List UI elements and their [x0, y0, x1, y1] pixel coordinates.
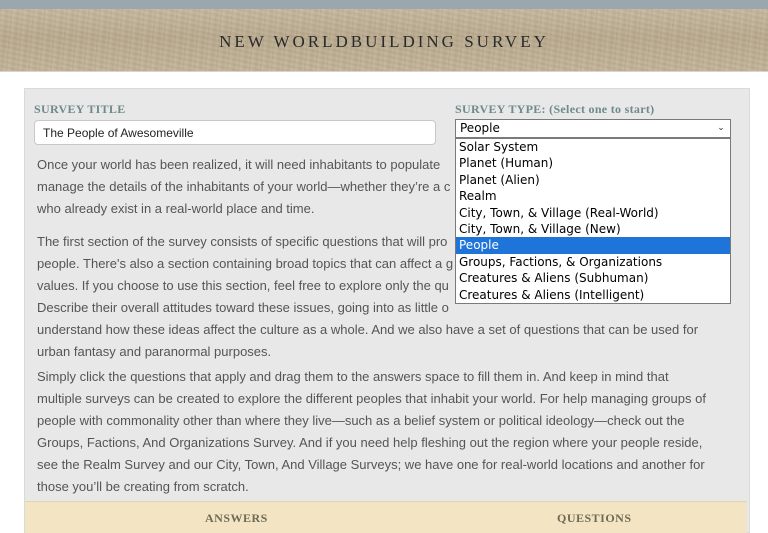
- option-groups-factions[interactable]: Groups, Factions, & Organizations: [456, 254, 730, 270]
- survey-header-banner: NEW WORLDBUILDING SURVEY: [0, 0, 768, 72]
- intro-line: understand how these ideas affect the cu…: [37, 322, 699, 337]
- option-planet-human[interactable]: Planet (Human): [456, 155, 730, 171]
- answers-column-heading: ANSWERS: [205, 511, 268, 525]
- option-creatures-intelligent[interactable]: Creatures & Aliens (Intelligent): [456, 287, 730, 303]
- survey-title-label: SURVEY TITLE: [34, 102, 126, 116]
- survey-type-selected-value: People: [460, 121, 500, 135]
- option-planet-alien[interactable]: Planet (Alien): [456, 172, 730, 188]
- page-title: NEW WORLDBUILDING SURVEY: [219, 32, 549, 51]
- survey-title-input[interactable]: The People of Awesomeville: [34, 120, 436, 145]
- answers-questions-header: ANSWERS QUESTIONS: [25, 501, 747, 533]
- option-realm[interactable]: Realm: [456, 188, 730, 204]
- option-solar-system[interactable]: Solar System: [456, 139, 730, 155]
- intro-paragraph-3: Simply click the questions that apply an…: [37, 366, 727, 498]
- intro-line: Groups, Factions, And Organizations Surv…: [37, 435, 703, 450]
- intro-line: urban fantasy and paranormal purposes.: [37, 344, 272, 359]
- option-creatures-subhuman[interactable]: Creatures & Aliens (Subhuman): [456, 270, 730, 286]
- intro-line: see the Realm Survey and our City, Town,…: [37, 457, 705, 472]
- intro-line: those you’ll be creating from scratch.: [37, 479, 249, 494]
- questions-column-heading: QUESTIONS: [557, 511, 632, 525]
- intro-line: Simply click the questions that apply an…: [37, 369, 669, 384]
- intro-line: multiple surveys can be created to explo…: [37, 391, 706, 406]
- survey-type-label: SURVEY TYPE: (Select one to start): [455, 102, 655, 116]
- survey-type-dropdown-list: Solar System Planet (Human) Planet (Alie…: [455, 138, 731, 304]
- option-city-new[interactable]: City, Town, & Village (New): [456, 221, 730, 237]
- survey-type-select[interactable]: People ⌄: [455, 119, 731, 138]
- intro-line: people with commonality other than where…: [37, 413, 685, 428]
- option-city-real-world[interactable]: City, Town, & Village (Real-World): [456, 205, 730, 221]
- chevron-down-icon[interactable]: ⌄: [714, 121, 728, 136]
- option-people[interactable]: People: [456, 237, 730, 254]
